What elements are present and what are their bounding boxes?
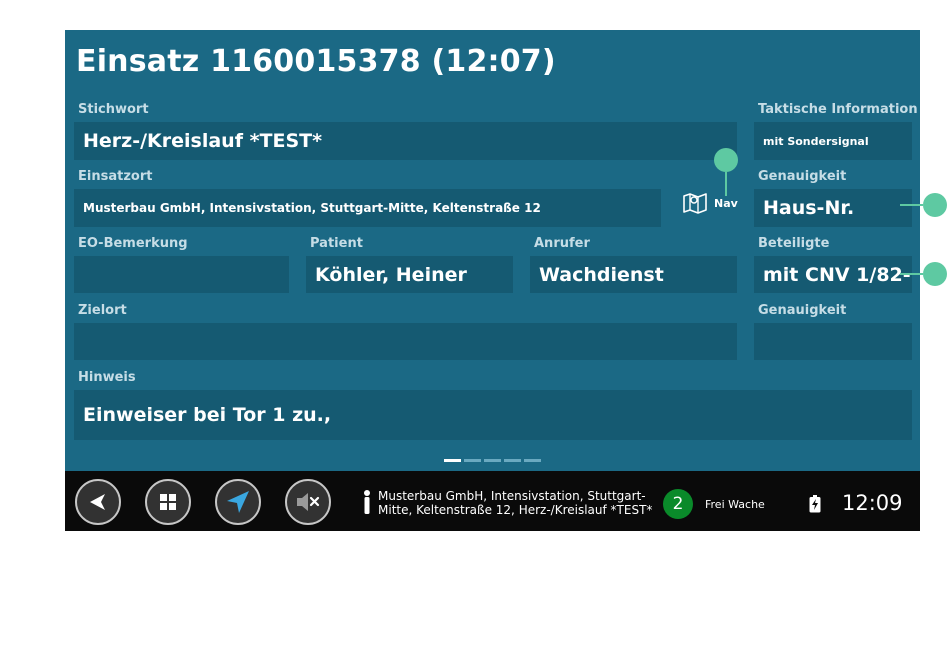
address-line-1: Musterbau GmbH, Intensivstation, Stuttga… bbox=[378, 489, 646, 503]
genauigkeit-label-2: Genauigkeit bbox=[758, 303, 847, 318]
battery-charging-icon bbox=[809, 495, 821, 513]
einsatzort-field[interactable]: Musterbau GmbH, Intensivstation, Stuttga… bbox=[74, 189, 661, 227]
apps-button[interactable] bbox=[145, 479, 191, 525]
back-arrow-icon bbox=[90, 494, 105, 510]
stichwort-label: Stichwort bbox=[78, 102, 149, 117]
beteiligte-field[interactable]: mit CNV 1/82-1 bbox=[754, 256, 912, 293]
einsatzort-label: Einsatzort bbox=[78, 169, 153, 184]
page-dot[interactable] bbox=[504, 459, 521, 462]
anrufer-label: Anrufer bbox=[534, 236, 590, 251]
genauigkeit-label-1: Genauigkeit bbox=[758, 169, 847, 184]
nav-button[interactable]: Nav bbox=[682, 192, 738, 214]
callout-marker bbox=[714, 148, 738, 172]
eo-bemerkung-label: EO-Bemerkung bbox=[78, 236, 188, 251]
zielort-label: Zielort bbox=[78, 303, 127, 318]
page-dot[interactable] bbox=[444, 459, 461, 462]
destination-address: Musterbau GmbH, Intensivstation, Stuttga… bbox=[363, 489, 652, 517]
patient-field[interactable]: Köhler, Heiner bbox=[306, 256, 513, 293]
status-badge[interactable]: 2 bbox=[663, 489, 693, 519]
incident-screen: Einsatz 1160015378 (12:07) Stichwort Her… bbox=[65, 30, 920, 531]
eo-bemerkung-field[interactable] bbox=[74, 256, 289, 293]
anrufer-field[interactable]: Wachdienst bbox=[530, 256, 737, 293]
status-text: Frei Wache bbox=[705, 498, 765, 511]
map-icon bbox=[683, 193, 707, 214]
taktische-information-label: Taktische Information bbox=[758, 102, 918, 117]
genauigkeit-field-2[interactable] bbox=[754, 323, 912, 360]
callout-line bbox=[900, 204, 923, 206]
zielort-field[interactable] bbox=[74, 323, 737, 360]
hinweis-label: Hinweis bbox=[78, 370, 136, 385]
callout-line bbox=[900, 273, 923, 275]
bottom-bar: Musterbau GmbH, Intensivstation, Stuttga… bbox=[65, 471, 920, 531]
beteiligte-label: Beteiligte bbox=[758, 236, 830, 251]
taktische-information-field[interactable]: mit Sondersignal bbox=[754, 122, 912, 160]
navigation-button[interactable] bbox=[215, 479, 261, 525]
nav-label: Nav bbox=[714, 196, 738, 210]
genauigkeit-field-1[interactable]: Haus-Nr. bbox=[754, 189, 912, 227]
page-indicator[interactable] bbox=[444, 459, 541, 462]
patient-label: Patient bbox=[310, 236, 363, 251]
back-button[interactable] bbox=[75, 479, 121, 525]
page-dot[interactable] bbox=[464, 459, 481, 462]
clock: 12:09 bbox=[842, 491, 903, 515]
page-title: Einsatz 1160015378 (12:07) bbox=[76, 44, 556, 79]
page-dot[interactable] bbox=[524, 459, 541, 462]
callout-marker bbox=[923, 262, 947, 286]
navigation-arrow-icon bbox=[227, 491, 249, 513]
callout-line bbox=[725, 172, 727, 196]
apps-grid-icon bbox=[160, 494, 176, 510]
address-line-2: Mitte, Keltenstraße 12, Herz-/Kreislauf … bbox=[378, 503, 653, 517]
hinweis-field[interactable]: Einweiser bei Tor 1 zu., bbox=[74, 390, 912, 440]
callout-marker bbox=[923, 193, 947, 217]
stichwort-field[interactable]: Herz-/Kreislauf *TEST* bbox=[74, 122, 737, 160]
mute-button[interactable] bbox=[285, 479, 331, 525]
person-icon bbox=[364, 490, 370, 514]
volume-mute-icon bbox=[297, 493, 320, 511]
page-dot[interactable] bbox=[484, 459, 501, 462]
